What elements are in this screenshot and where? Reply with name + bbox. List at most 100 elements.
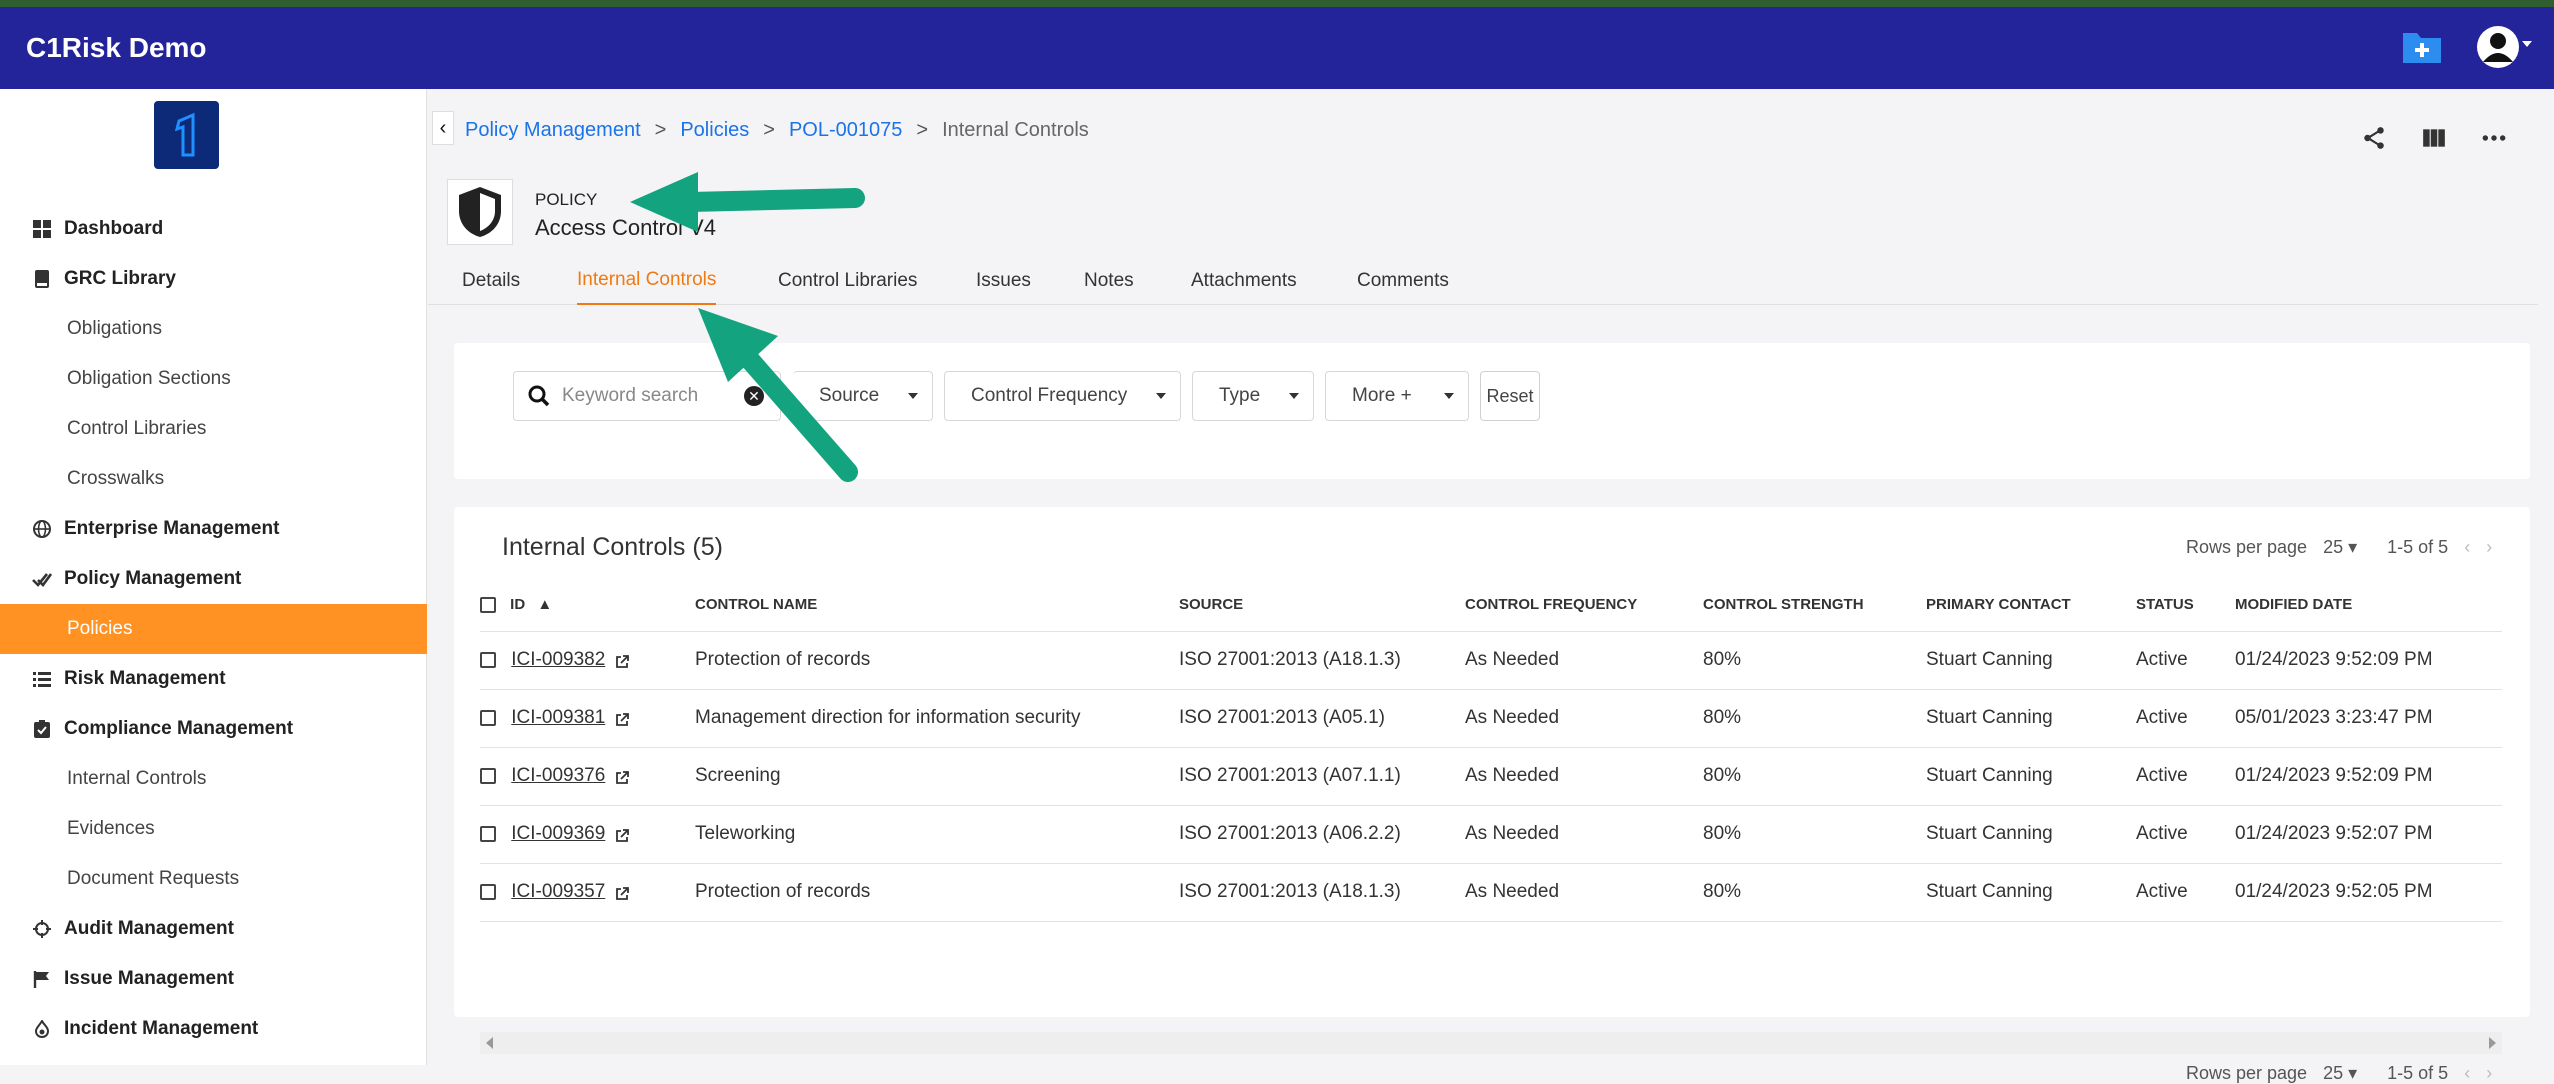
cell-source: ISO 27001:2013 (A18.1.3) (1179, 631, 1465, 690)
record-tabs: Details Internal Controls Control Librar… (428, 257, 2538, 305)
scroll-left-icon[interactable] (486, 1037, 493, 1049)
rows-per-page-select[interactable]: 25 ▾ (2323, 537, 2357, 558)
tab-control-libraries[interactable]: Control Libraries (778, 257, 917, 305)
globe-icon (32, 519, 52, 539)
table-row[interactable]: ICI-009369 Teleworking ISO 27001:2013 (A06… (480, 805, 2502, 864)
sidebar-item-dashboard[interactable]: Dashboard (0, 204, 427, 254)
col-primary-contact[interactable]: PRIMARY CONTACT (1926, 579, 2136, 632)
more-filters[interactable]: More + (1325, 371, 1469, 421)
control-id-link[interactable]: ICI-009382 (511, 649, 605, 670)
col-modified-date[interactable]: MODIFIED DATE (2235, 579, 2502, 632)
sidebar-item-evidences[interactable]: Evidences (0, 804, 427, 854)
external-link-icon[interactable] (615, 885, 630, 900)
control-id-link[interactable]: ICI-009357 (511, 881, 605, 902)
tab-notes[interactable]: Notes (1084, 257, 1134, 305)
table-row[interactable]: ICI-009357 Protection of records ISO 27001… (480, 863, 2502, 922)
sidebar-item-document-requests[interactable]: Document Requests (0, 854, 427, 904)
cell-control-frequency: As Needed (1465, 631, 1703, 690)
sidebar-item-crosswalks[interactable]: Crosswalks (0, 454, 427, 504)
external-link-icon[interactable] (615, 769, 630, 784)
sidebar-item-risk-management[interactable]: Risk Management (0, 654, 427, 704)
row-checkbox[interactable] (480, 883, 496, 900)
sidebar-item-obligations[interactable]: Obligations (0, 304, 427, 354)
control-id-link[interactable]: ICI-009376 (511, 765, 605, 786)
col-id[interactable]: ID ▲ (480, 579, 695, 632)
tab-internal-controls[interactable]: Internal Controls (577, 257, 717, 305)
cell-control-name: Screening (695, 747, 1179, 806)
cell-status: Active (2136, 689, 2235, 748)
next-page-icon[interactable]: › (2486, 1063, 2492, 1084)
top-stripe (0, 0, 2554, 7)
more-options-icon[interactable] (2481, 125, 2507, 151)
rows-per-page-select[interactable]: 25 ▾ (2323, 1063, 2357, 1084)
source-filter[interactable]: Source (793, 371, 933, 421)
type-filter[interactable]: Type (1192, 371, 1314, 421)
cell-control-strength: 80% (1703, 631, 1926, 690)
sidebar-item-issue-management[interactable]: Issue Management (0, 954, 427, 1004)
next-page-icon[interactable]: › (2486, 537, 2492, 558)
columns-icon[interactable] (2421, 125, 2447, 151)
row-checkbox[interactable] (480, 767, 496, 784)
tab-details[interactable]: Details (462, 257, 520, 305)
sidebar-item-obligation-sections[interactable]: Obligation Sections (0, 354, 427, 404)
col-source[interactable]: SOURCE (1179, 579, 1465, 632)
user-menu-caret-icon[interactable] (2522, 41, 2532, 47)
sidebar-item-policy-management[interactable]: Policy Management (0, 554, 427, 604)
col-status[interactable]: STATUS (2136, 579, 2235, 632)
sidebar-item-incident-management[interactable]: Incident Management (0, 1004, 427, 1054)
tab-attachments[interactable]: Attachments (1191, 257, 1297, 305)
row-checkbox[interactable] (480, 651, 496, 668)
sort-asc-icon[interactable]: ▲ (537, 596, 552, 613)
tab-comments[interactable]: Comments (1357, 257, 1449, 305)
sidebar-item-audit-management[interactable]: Audit Management (0, 904, 427, 954)
new-folder-icon[interactable] (2401, 27, 2443, 65)
table-row[interactable]: ICI-009376 Screening ISO 27001:2013 (A07.1… (480, 747, 2502, 806)
row-checkbox[interactable] (480, 825, 496, 842)
external-link-icon[interactable] (615, 653, 630, 668)
sidebar-item-compliance-management[interactable]: Compliance Management (0, 704, 427, 754)
control-id-link[interactable]: ICI-009381 (511, 707, 605, 728)
sidebar-item-grc-library[interactable]: GRC Library (0, 254, 427, 304)
company-logo[interactable] (154, 101, 219, 169)
table-row[interactable]: ICI-009382 Protection of records ISO 27001… (480, 631, 2502, 690)
internal-controls-panel: Internal Controls (5) Rows per page 25 ▾… (454, 507, 2530, 1083)
rows-per-page-value: 25 (2323, 537, 2344, 557)
control-id-link[interactable]: ICI-009369 (511, 823, 605, 844)
control-frequency-filter[interactable]: Control Frequency (944, 371, 1181, 421)
breadcrumb-policy-id[interactable]: POL-001075 (789, 119, 902, 142)
breadcrumb-separator: > (763, 119, 775, 141)
col-control-strength[interactable]: CONTROL STRENGTH (1703, 579, 1926, 632)
user-avatar-icon[interactable] (2476, 25, 2520, 69)
chevron-down-icon (908, 393, 918, 399)
prev-page-icon[interactable]: ‹ (2464, 537, 2470, 558)
col-control-name[interactable]: CONTROL NAME (695, 579, 1179, 632)
horizontal-scrollbar[interactable] (480, 1032, 2502, 1054)
select-all-checkbox[interactable] (480, 597, 496, 614)
scroll-right-icon[interactable] (2489, 1037, 2496, 1049)
breadcrumb-policy-management[interactable]: Policy Management (465, 119, 641, 142)
reset-button[interactable]: Reset (1480, 371, 1540, 421)
row-checkbox[interactable] (480, 709, 496, 726)
cell-control-strength: 80% (1703, 689, 1926, 748)
sidebar-item-policies[interactable]: Policies (0, 604, 427, 654)
external-link-icon[interactable] (615, 827, 630, 842)
col-control-frequency[interactable]: CONTROL FREQUENCY (1465, 579, 1703, 632)
search-input[interactable] (562, 385, 742, 407)
sidebar-item-control-libraries[interactable]: Control Libraries (0, 404, 427, 454)
external-link-icon[interactable] (615, 711, 630, 726)
tab-issues[interactable]: Issues (976, 257, 1031, 305)
chevron-down-icon (1289, 393, 1299, 399)
collapse-sidebar-button[interactable]: ‹ (432, 111, 454, 145)
sidebar-item-enterprise-management[interactable]: Enterprise Management (0, 504, 427, 554)
crosshair-icon (32, 919, 52, 939)
table-row[interactable]: ICI-009381 Management direction for infor… (480, 689, 2502, 748)
prev-page-icon[interactable]: ‹ (2464, 1063, 2470, 1084)
clear-search-icon[interactable]: ✕ (744, 386, 764, 406)
search-icon (528, 385, 550, 407)
share-icon[interactable] (2361, 125, 2387, 151)
sidebar-item-label: GRC Library (64, 268, 176, 289)
breadcrumb-policies[interactable]: Policies (680, 119, 749, 142)
rows-per-page-label: Rows per page (2186, 1063, 2308, 1083)
sidebar-item-internal-controls[interactable]: Internal Controls (0, 754, 427, 804)
search-box: ✕ (513, 371, 781, 421)
